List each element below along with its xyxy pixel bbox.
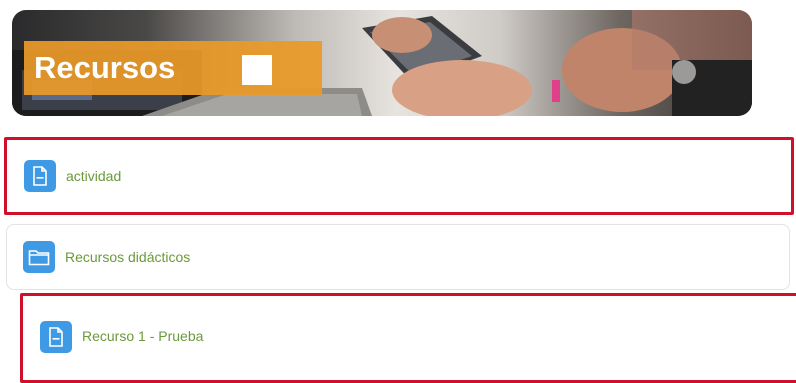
resource-link[interactable]: actividad	[66, 168, 121, 184]
resource-link[interactable]: Recursos didácticos	[65, 249, 190, 265]
resource-item-actividad[interactable]: actividad	[4, 137, 794, 215]
banner-square-decoration	[242, 55, 272, 85]
section-banner: Recursos	[12, 10, 752, 116]
document-icon	[24, 160, 56, 192]
folder-icon	[23, 241, 55, 273]
resource-item-recursos-didacticos[interactable]: Recursos didácticos	[6, 224, 790, 290]
banner-title: Recursos	[34, 50, 176, 85]
resource-link[interactable]: Recurso 1 - Prueba	[82, 328, 203, 344]
document-icon	[40, 321, 72, 353]
resource-item-recurso-1-prueba[interactable]: Recurso 1 - Prueba	[20, 293, 796, 383]
